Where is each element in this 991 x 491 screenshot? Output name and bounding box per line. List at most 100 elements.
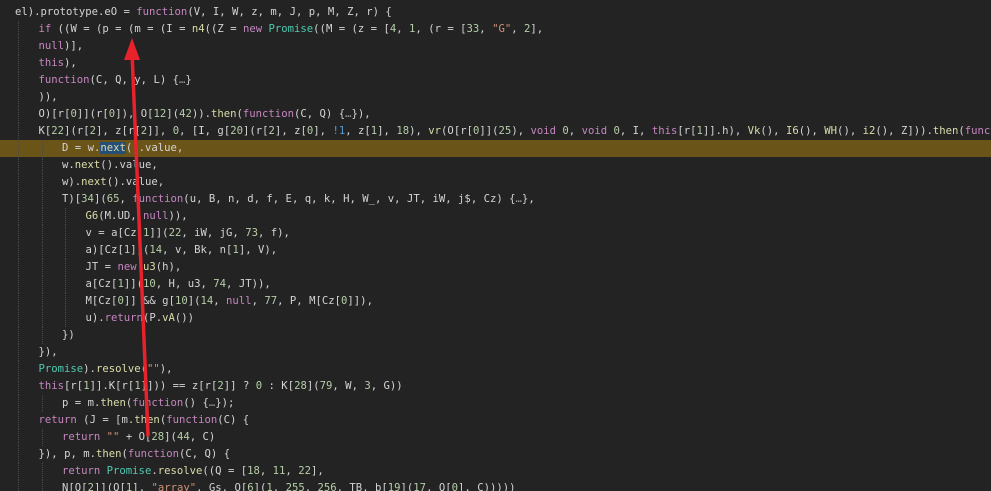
- code-line-text: this[r[1]].K[r[1]])) == z[r[2]] ? 0 : K[…: [38, 380, 403, 392]
- code-line[interactable]: this[r[1]].K[r[1]])) == z[r[2]] ? 0 : K[…: [0, 378, 991, 395]
- indent-guide: [18, 378, 19, 395]
- code-line[interactable]: N[Q[2]](Q[1], "array", Gs, O[6](1, 255, …: [0, 480, 991, 491]
- code-line[interactable]: M[Cz[0]] && g[10](14, null, 77, P, M[Cz[…: [0, 293, 991, 310]
- indent-guide: [41, 242, 43, 259]
- indent-guide: [41, 480, 43, 491]
- code-line-text: this),: [38, 57, 77, 69]
- code-line[interactable]: w).next().value,: [0, 174, 991, 191]
- code-line-text: null)],: [38, 40, 84, 52]
- indent-guide: [41, 395, 43, 412]
- indent-guide: [18, 106, 19, 123]
- code-line[interactable]: el).prototype.eO = function(V, I, W, z, …: [0, 4, 991, 21]
- indent-guide: [18, 21, 19, 38]
- indent-guide: [65, 208, 66, 225]
- code-line[interactable]: K[22](r[2], z[r[2]], 0, [I, g[20](r[2], …: [0, 123, 991, 140]
- code-line[interactable]: function(C, Q, y, L) {…}: [0, 72, 991, 89]
- indent-guide: [41, 157, 43, 174]
- code-line-text: O)[r[0]](r[0]), O[12](42)).then(function…: [38, 108, 371, 120]
- code-line-text: }), p, m.then(function(C, Q) {: [38, 448, 231, 460]
- indent-guide: [41, 208, 43, 225]
- indent-guide: [18, 157, 19, 174]
- code-line[interactable]: JT = new u3(h),: [0, 259, 991, 276]
- indent-guide: [65, 225, 66, 242]
- indent-guide: [18, 310, 19, 327]
- code-line[interactable]: }), p, m.then(function(C, Q) {: [0, 446, 991, 463]
- indent-guide: [18, 38, 19, 55]
- code-line-text: w).next().value,: [62, 176, 165, 188]
- code-line-text: }): [62, 329, 75, 341]
- indent-guide: [18, 429, 19, 446]
- code-line-text: T)[34](65, function(u, B, n, d, f, E, q,…: [62, 193, 535, 205]
- code-line-text: return (J = [m.then(function(C) {: [38, 414, 250, 426]
- indent-guide: [18, 174, 19, 191]
- indent-guide: [41, 276, 43, 293]
- code-line-text: D = w.next().value,: [62, 142, 184, 154]
- code-line-text: Promise).resolve(""),: [38, 363, 173, 375]
- indent-guide: [41, 174, 43, 191]
- indent-guide: [18, 395, 19, 412]
- code-line[interactable]: v = a[Cz[1]](22, iW, jG, 73, f),: [0, 225, 991, 242]
- indent-guide: [18, 140, 19, 157]
- code-line-text: K[22](r[2], z[r[2]], 0, [I, g[20](r[2], …: [38, 125, 991, 137]
- indent-guide: [18, 446, 19, 463]
- code-line-text: N[Q[2]](Q[1], "array", Gs, O[6](1, 255, …: [62, 482, 516, 491]
- code-line-text: )),: [38, 91, 58, 103]
- code-line[interactable]: a[Cz[1]](10, H, u3, 74, JT)),: [0, 276, 991, 293]
- indent-guide: [41, 191, 43, 208]
- code-line[interactable]: O)[r[0]](r[0]), O[12](42)).then(function…: [0, 106, 991, 123]
- code-line[interactable]: return Promise.resolve((Q = [18, 11, 22]…: [0, 463, 991, 480]
- indent-guide: [65, 242, 66, 259]
- indent-guide: [18, 225, 19, 242]
- code-line[interactable]: }): [0, 327, 991, 344]
- indent-guide: [18, 191, 19, 208]
- code-line[interactable]: D = w.next().value,: [0, 140, 991, 157]
- code-line-text: a[Cz[1]](10, H, u3, 74, JT)),: [85, 278, 271, 290]
- code-line[interactable]: if ((W = (p = (m = (I = n4((Z = new Prom…: [0, 21, 991, 38]
- code-line[interactable]: T)[34](65, function(u, B, n, d, f, E, q,…: [0, 191, 991, 208]
- indent-guide: [18, 89, 19, 106]
- code-line[interactable]: this),: [0, 55, 991, 72]
- code-line[interactable]: null)],: [0, 38, 991, 55]
- indent-guide: [18, 412, 19, 429]
- code-line[interactable]: G6(M.UD, null)),: [0, 208, 991, 225]
- code-line[interactable]: w.next().value,: [0, 157, 991, 174]
- code-line[interactable]: return (J = [m.then(function(C) {: [0, 412, 991, 429]
- indent-guide: [18, 259, 19, 276]
- indent-guide: [41, 293, 43, 310]
- code-line-text: }),: [38, 346, 58, 358]
- code-line-text: return Promise.resolve((Q = [18, 11, 22]…: [62, 465, 324, 477]
- indent-guide: [18, 463, 19, 480]
- indent-guide: [18, 55, 19, 72]
- indent-guide: [18, 344, 19, 361]
- code-line[interactable]: u).return(P.vA()): [0, 310, 991, 327]
- indent-guide: [18, 208, 19, 225]
- code-line[interactable]: a)[Cz[1]](14, v, Bk, n[1], V),: [0, 242, 991, 259]
- code-line-text: el).prototype.eO = function(V, I, W, z, …: [15, 6, 392, 18]
- code-line-text: w.next().value,: [62, 159, 158, 171]
- indent-guide: [65, 293, 66, 310]
- code-line-text: p = m.then(function() {…});: [62, 397, 235, 409]
- code-line[interactable]: p = m.then(function() {…});: [0, 395, 991, 412]
- code-line[interactable]: }),: [0, 344, 991, 361]
- code-line-text: a)[Cz[1]](14, v, Bk, n[1], V),: [85, 244, 278, 256]
- indent-guide: [18, 72, 19, 89]
- indent-guide: [41, 259, 43, 276]
- code-line-text: function(C, Q, y, L) {…}: [38, 74, 192, 86]
- indent-guide: [18, 480, 19, 491]
- code-line-text: v = a[Cz[1]](22, iW, jG, 73, f),: [85, 227, 290, 239]
- code-line-text: if ((W = (p = (m = (I = n4((Z = new Prom…: [38, 23, 544, 35]
- indent-guide: [65, 276, 66, 293]
- indent-guide: [41, 429, 43, 446]
- indent-guide: [41, 140, 43, 157]
- indent-guide: [18, 242, 19, 259]
- code-line[interactable]: )),: [0, 89, 991, 106]
- indent-guide: [41, 327, 43, 344]
- code-line-text: u).return(P.vA()): [85, 312, 195, 324]
- code-editor[interactable]: el).prototype.eO = function(V, I, W, z, …: [0, 0, 991, 491]
- indent-guide: [41, 310, 43, 327]
- indent-guide: [41, 225, 43, 242]
- code-line[interactable]: return "" + O[28](44, C): [0, 429, 991, 446]
- indent-guide: [18, 276, 19, 293]
- indent-guide: [41, 463, 43, 480]
- code-line[interactable]: Promise).resolve(""),: [0, 361, 991, 378]
